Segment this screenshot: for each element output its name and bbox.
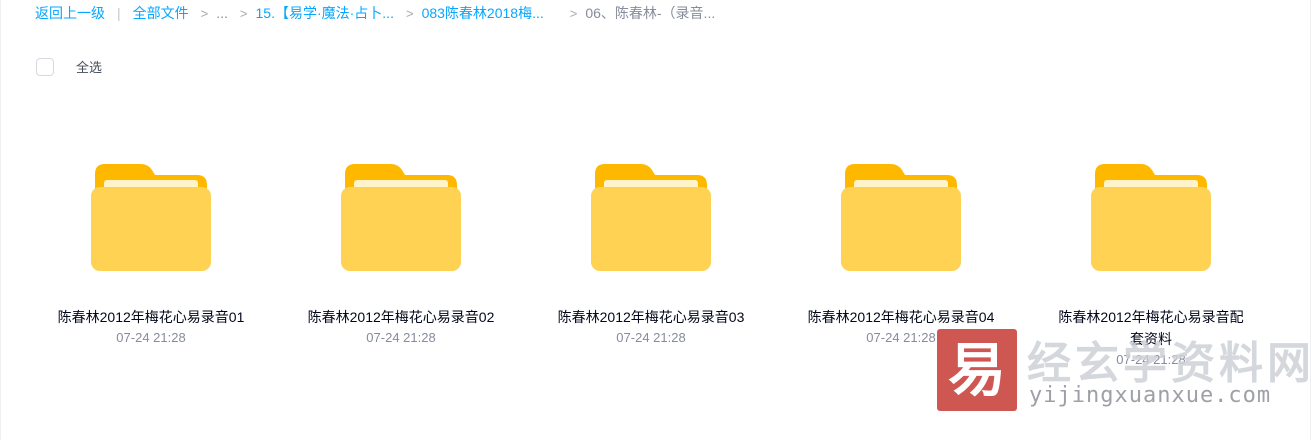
folder-icon xyxy=(341,164,461,271)
folder-name[interactable]: 陈春林2012年梅花心易录音02 xyxy=(306,306,496,328)
crumb-divination-folder[interactable]: 15.【易学·魔法·占卜... xyxy=(256,3,394,23)
folder-icon xyxy=(91,164,211,271)
chevron-right-icon: > xyxy=(569,5,578,21)
folder-date: 07-24 21:28 xyxy=(616,330,686,345)
breadcrumb: 返回上一级 | 全部文件 > ... > 15.【易学·魔法·占卜... > 0… xyxy=(35,0,715,26)
chevron-right-icon: > xyxy=(239,5,248,21)
select-all-control[interactable]: 全选 xyxy=(36,57,102,76)
folder-date: 07-24 21:28 xyxy=(866,330,936,345)
chevron-right-icon: > xyxy=(200,5,209,21)
watermark-url: yijingxuanxue.com xyxy=(1029,383,1272,408)
folder-date: 07-24 21:28 xyxy=(116,330,186,345)
watermark-seal: 易 xyxy=(937,329,1017,411)
file-browser: 返回上一级 | 全部文件 > ... > 15.【易学·魔法·占卜... > 0… xyxy=(0,0,1311,440)
folder-date: 07-24 21:28 xyxy=(366,330,436,345)
watermark-title: 经玄学资料网 xyxy=(1027,338,1311,389)
folder-icon xyxy=(841,164,961,271)
site-watermark: 易 经玄学资料网 yijingxuanxue.com xyxy=(937,327,1311,413)
crumb-chenchunlin-folder[interactable]: 083陈春林2018梅... xyxy=(422,3,544,23)
folder-icon xyxy=(591,164,711,271)
crumb-ellipsis[interactable]: ... xyxy=(216,5,228,21)
crumb-all-files[interactable]: 全部文件 xyxy=(133,3,189,23)
chevron-right-icon: > xyxy=(405,5,414,21)
folder-icon xyxy=(1091,164,1211,271)
folder-name[interactable]: 陈春林2012年梅花心易录音04 xyxy=(806,306,996,328)
breadcrumb-divider: | xyxy=(117,5,121,21)
crumb-current-folder: 06、陈春林-（录音... xyxy=(585,5,716,21)
folder-name[interactable]: 陈春林2012年梅花心易录音01 xyxy=(56,306,246,328)
folder-item[interactable]: 陈春林2012年梅花心易录音02 07-24 21:28 xyxy=(276,160,526,367)
folder-name[interactable]: 陈春林2012年梅花心易录音03 xyxy=(556,306,746,328)
select-all-checkbox[interactable] xyxy=(36,57,54,76)
folder-item[interactable]: 陈春林2012年梅花心易录音01 07-24 21:28 xyxy=(26,160,276,367)
select-all-label: 全选 xyxy=(76,60,103,75)
watermark-seal-char: 易 xyxy=(947,336,1006,404)
folder-item[interactable]: 陈春林2012年梅花心易录音03 07-24 21:28 xyxy=(526,160,776,367)
back-link[interactable]: 返回上一级 xyxy=(35,3,105,23)
